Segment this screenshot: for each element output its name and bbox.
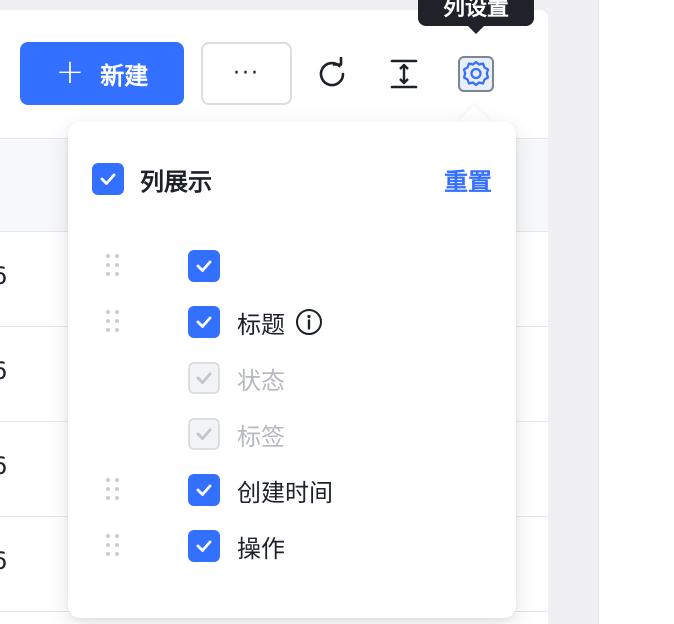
check-icon: [100, 173, 116, 185]
new-button-label: 新建: [100, 62, 149, 90]
column-item: 标签: [68, 414, 516, 454]
row-height-button[interactable]: [384, 54, 424, 94]
table-cell: 6: [0, 262, 7, 290]
more-icon: ···: [233, 61, 260, 86]
check-icon: [196, 372, 212, 384]
tooltip-text: 列设置: [442, 0, 509, 21]
column-label: 操作: [237, 534, 285, 563]
more-button[interactable]: ···: [201, 42, 292, 105]
column-item: 状态: [68, 358, 516, 398]
page: 6 6 6 6 + 新建 ···: [0, 0, 674, 624]
new-button[interactable]: + 新建: [20, 42, 184, 105]
drag-handle-icon[interactable]: [106, 310, 120, 334]
right-panel: [598, 0, 674, 624]
tooltip-arrow: [466, 24, 486, 34]
info-icon[interactable]: [295, 308, 323, 336]
refresh-button[interactable]: [312, 54, 352, 94]
column-label: 标签: [237, 422, 285, 451]
drag-handle-icon[interactable]: [106, 534, 120, 558]
column-checkbox[interactable]: [188, 250, 220, 282]
column-settings-button[interactable]: [458, 56, 494, 92]
check-icon: [196, 540, 212, 552]
check-icon: [196, 260, 212, 272]
column-label: 创建时间: [237, 478, 333, 507]
drag-handle-icon[interactable]: [106, 254, 120, 278]
column-checkbox-disabled: [188, 362, 220, 394]
tooltip: 列设置: [418, 0, 534, 26]
row-height-icon: [390, 59, 418, 89]
column-label: 状态: [237, 366, 285, 395]
table-cell: 6: [0, 547, 7, 575]
column-item[interactable]: [68, 246, 516, 286]
gear-icon: [462, 60, 490, 87]
popover-header: 列展示 重置: [92, 162, 492, 196]
check-icon: [196, 484, 212, 496]
popover-title: 列展示: [140, 167, 212, 196]
check-icon: [196, 316, 212, 328]
column-checkbox[interactable]: [188, 306, 220, 338]
column-item[interactable]: 创建时间: [68, 470, 516, 510]
reset-button[interactable]: 重置: [444, 162, 492, 197]
column-label-with-info: 标题: [237, 305, 323, 340]
column-item[interactable]: 操作: [68, 526, 516, 566]
column-checkbox[interactable]: [188, 474, 220, 506]
table-cell: 6: [0, 452, 7, 480]
select-all-checkbox[interactable]: [92, 163, 124, 195]
column-checkbox[interactable]: [188, 530, 220, 562]
column-label: 标题: [237, 310, 285, 339]
check-icon: [196, 428, 212, 440]
column-checkbox-disabled: [188, 418, 220, 450]
column-settings-popover: 列展示 重置 标题 状态 标签 创建时间 操作: [68, 122, 516, 618]
plus-icon: +: [55, 52, 85, 92]
refresh-icon: [319, 57, 345, 87]
column-item[interactable]: 标题: [68, 302, 516, 342]
table-cell: 6: [0, 357, 7, 385]
drag-handle-icon[interactable]: [106, 478, 120, 502]
